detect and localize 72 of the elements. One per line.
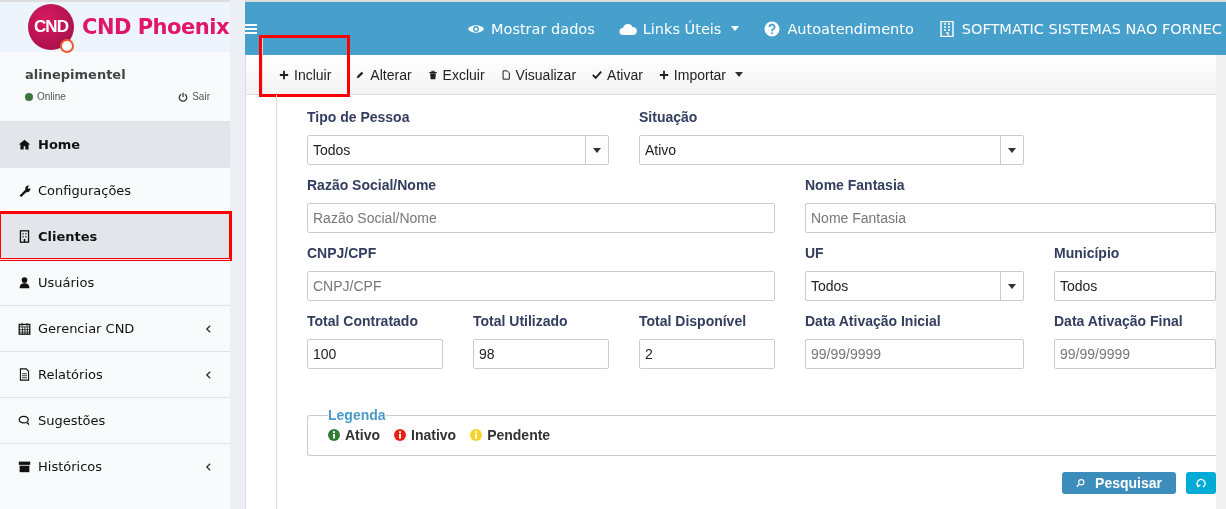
power-icon [178, 91, 189, 102]
field-label: Total Disponível [639, 313, 748, 329]
archive-icon [18, 460, 31, 473]
file-icon [18, 368, 31, 381]
building-icon [18, 230, 31, 243]
plus-icon [658, 69, 669, 80]
refresh-icon [1195, 477, 1207, 489]
toolbar-button[interactable]: Importar [650, 55, 751, 94]
search-icon [1076, 477, 1086, 489]
check-icon [592, 69, 603, 80]
pencil-icon [355, 69, 366, 80]
toolbar-button[interactable]: Alterar [347, 55, 420, 94]
brand-name: CND Phoenix [82, 15, 229, 39]
question-icon [763, 20, 782, 37]
sidebar-item[interactable]: Home [0, 121, 230, 167]
logout-link[interactable]: Sair [178, 91, 210, 102]
toolbar-button[interactable]: Visualizar [492, 55, 585, 94]
input-field[interactable]: 98 [473, 339, 609, 369]
toolbar-button[interactable]: Excluir [419, 55, 493, 94]
input-field[interactable]: 99/99/9999 [805, 339, 1024, 369]
field-label: Nome Fantasia [805, 177, 906, 193]
home-icon [18, 138, 31, 151]
sidebar-item[interactable]: Gerenciar CND [0, 305, 230, 351]
search-button[interactable]: Pesquisar [1062, 472, 1176, 494]
field-label: Município [1054, 245, 1121, 261]
field-label: Situação [639, 109, 699, 125]
input-field[interactable]: CNPJ/CPF [307, 271, 775, 301]
sidebar-item[interactable]: Sugestões [0, 397, 230, 443]
sidebar-item[interactable]: Clientes [0, 213, 230, 259]
plus-icon [279, 69, 289, 80]
legend-title: Legenda [328, 407, 386, 423]
field-label: Total Utilizado [473, 313, 569, 329]
trash-icon [427, 69, 438, 80]
toolbar-button[interactable]: Incluir [262, 37, 348, 94]
input-field[interactable]: Razão Social/Nome [307, 203, 775, 233]
input-field[interactable]: 99/99/9999 [1054, 339, 1216, 369]
legend-label: Pendente [487, 427, 551, 443]
logo-icon: CND [28, 4, 74, 50]
field-label: Total Contratado [307, 313, 419, 329]
legend-label: Inativo [411, 427, 457, 443]
caret-icon [593, 147, 601, 153]
field-label: UF [805, 245, 825, 261]
sidebar-item[interactable]: Históricos [0, 443, 230, 489]
input-field[interactable]: 100 [307, 339, 443, 369]
refresh-button[interactable] [1186, 472, 1216, 494]
input-field[interactable]: Todos [1054, 271, 1216, 301]
building-icon [937, 20, 956, 37]
dropdown-field[interactable]: Todos [805, 271, 1024, 301]
sidebar-item[interactable]: Relatórios [0, 351, 230, 397]
field-label: CNPJ/CPF [307, 245, 378, 261]
toolbar-button[interactable]: Ativar [584, 55, 651, 94]
chat-icon [18, 414, 31, 427]
input-field[interactable]: Nome Fantasia [805, 203, 1216, 233]
legend-label: Ativo [345, 427, 380, 443]
dropdown-field[interactable]: Todos [307, 135, 609, 165]
field-label: Razão Social/Nome [307, 177, 438, 193]
field-label: Data Ativação Inicial [805, 313, 942, 329]
calendar-icon [18, 322, 31, 335]
scrollbar[interactable] [1216, 55, 1226, 509]
user-icon [18, 276, 31, 289]
input-field[interactable]: 2 [639, 339, 775, 369]
caret-icon [1008, 147, 1016, 153]
file-icon [500, 69, 511, 80]
dropdown-field[interactable]: Ativo [639, 135, 1024, 165]
field-label: Tipo de Pessoa [307, 109, 411, 125]
sidebar-item[interactable]: Usuários [0, 259, 230, 305]
wrench-icon [18, 184, 31, 197]
online-status: Online [25, 91, 66, 102]
user-name: alinepimentel [25, 67, 127, 82]
menu-icon[interactable] [245, 23, 257, 34]
caret-icon [1008, 283, 1016, 289]
field-label: Data Ativação Final [1054, 313, 1184, 329]
